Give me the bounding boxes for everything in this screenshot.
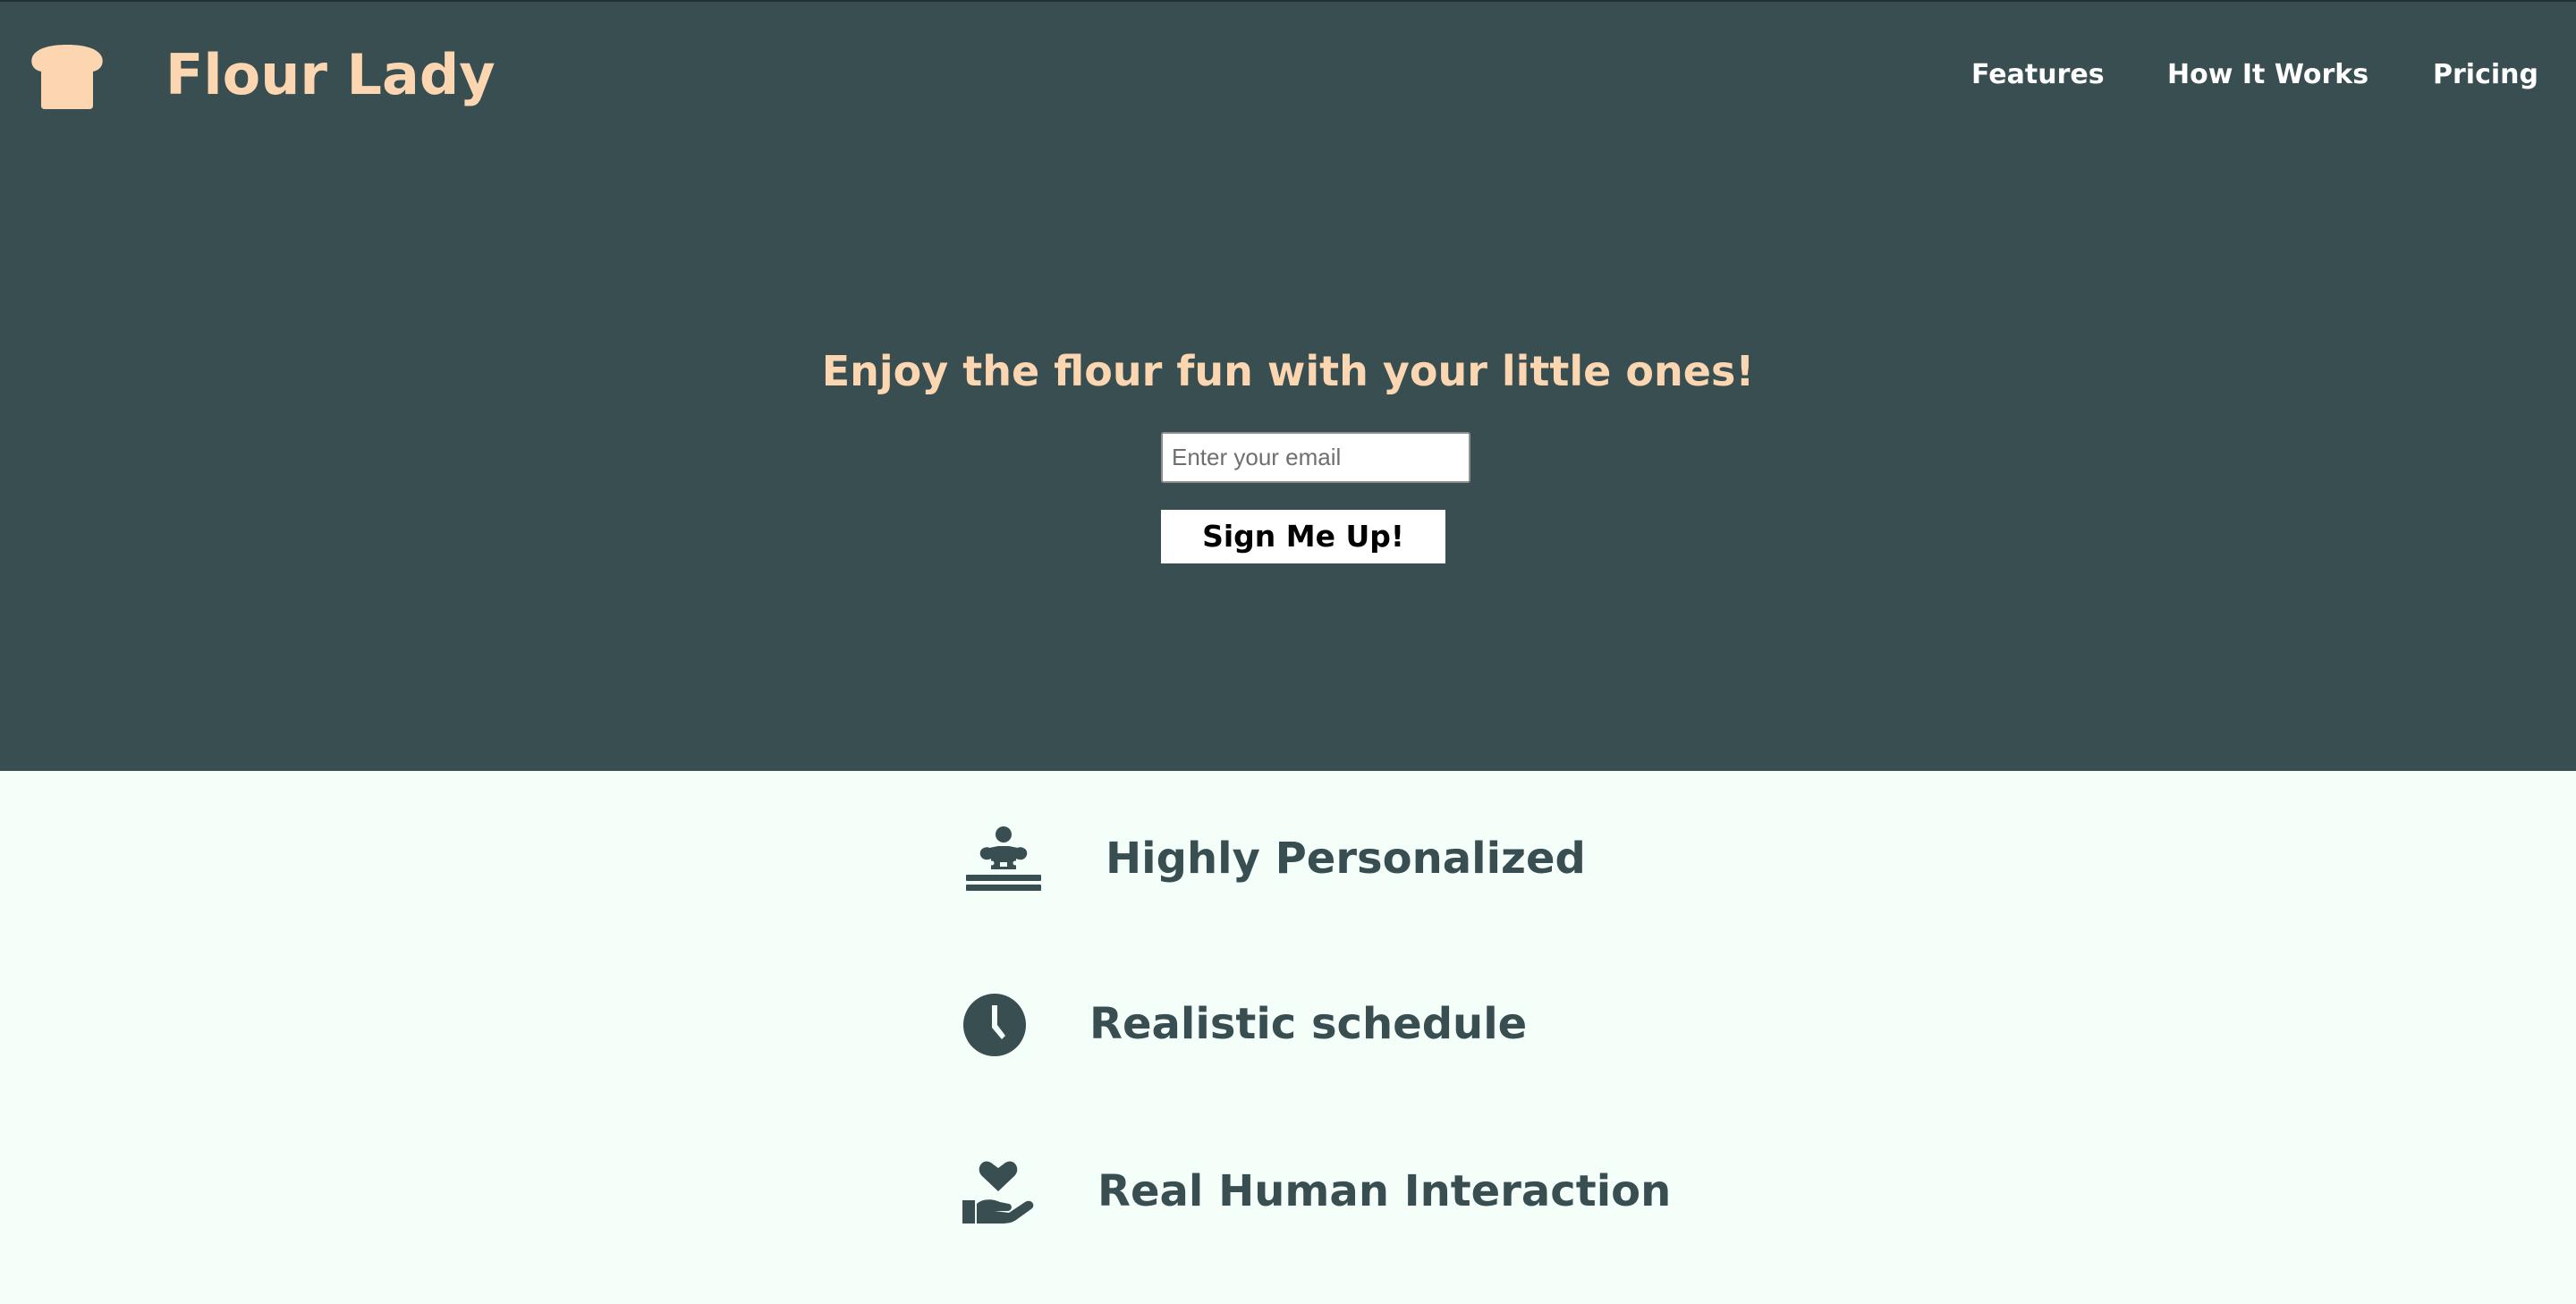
chef-icon — [962, 826, 1045, 891]
hero-section: Flour Lady Features How It Works Pricing… — [0, 0, 2576, 771]
nav-how-it-works[interactable]: How It Works — [2167, 55, 2368, 95]
sign-up-button[interactable]: Sign Me Up! — [1161, 510, 1445, 563]
feature-title-personalized: Highly Personalized — [1106, 834, 1586, 884]
nav-pricing[interactable]: Pricing — [2433, 55, 2549, 95]
brand-title[interactable]: Flour Lady — [165, 38, 496, 113]
email-input[interactable] — [1161, 432, 1470, 483]
feature-title-interaction: Real Human Interaction — [1097, 1166, 1672, 1216]
feature-title-schedule: Realistic schedule — [1089, 999, 1528, 1049]
clock-icon — [962, 993, 1027, 1057]
hero-headline: Enjoy the flour fun with your little one… — [821, 347, 1755, 395]
nav-features[interactable]: Features — [1971, 55, 2132, 95]
hand-holding-heart-icon — [962, 1159, 1036, 1224]
bread-icon — [30, 45, 104, 109]
